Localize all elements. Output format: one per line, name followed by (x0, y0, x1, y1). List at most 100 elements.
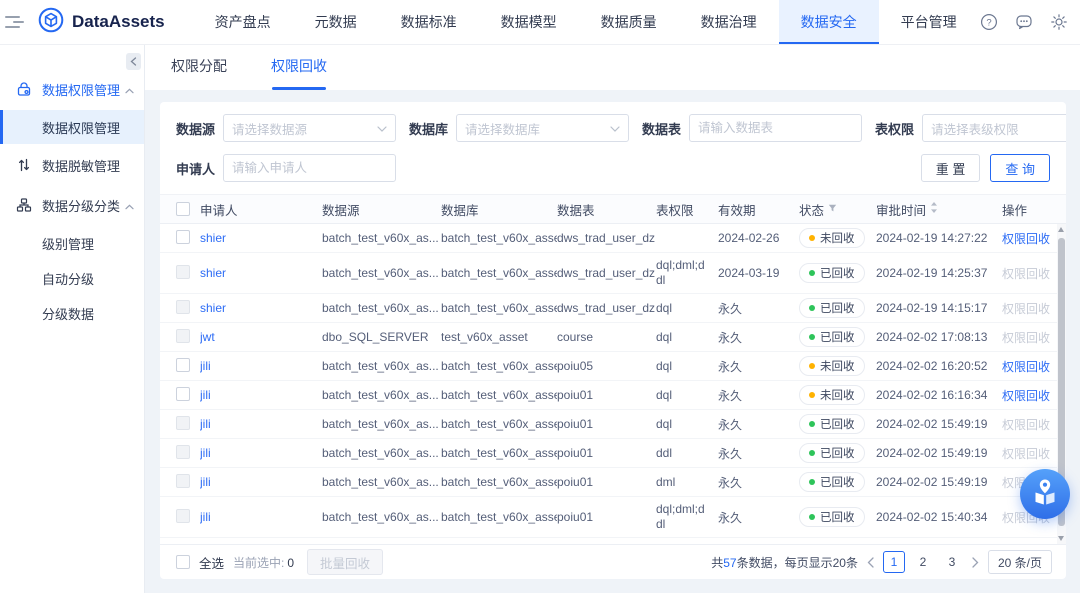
tableperm-label: 表权限 (875, 121, 915, 137)
applicant-link[interactable]: jili (200, 417, 322, 431)
tableperm-select[interactable]: 请选择表级权限 (922, 114, 1066, 142)
status-dot-icon (809, 363, 815, 369)
database-select[interactable]: 请选择数据库 (456, 114, 630, 142)
table-row: jili batch_test_v60x_as... batch_test_v6… (160, 381, 1066, 410)
datatable-input[interactable] (698, 121, 854, 135)
prev-page-icon[interactable] (865, 556, 876, 568)
sort-icon[interactable] (930, 202, 938, 216)
nav-platform-admin[interactable]: 平台管理 (879, 0, 979, 44)
nav-metadata[interactable]: 元数据 (293, 0, 379, 44)
row-checkbox[interactable] (176, 357, 190, 372)
database-label: 数据库 (409, 121, 449, 137)
applicant-link[interactable]: shier (200, 266, 322, 280)
page-2[interactable]: 2 (912, 551, 934, 573)
sidebar-item-data-permission[interactable]: 数据权限管理 (0, 110, 144, 144)
search-button[interactable]: 查 询 (990, 154, 1050, 182)
validity-cell: 永久 (718, 301, 743, 316)
sidebar-item-data-permission-group[interactable]: 数据权限管理 (0, 69, 144, 109)
next-page-icon[interactable] (970, 556, 981, 568)
approve-time-cell: 2024-02-19 14:15:17 (876, 301, 988, 315)
batch-recall-button: 批量回收 (307, 549, 384, 575)
table-row: shier batch_test_v60x_as... batch_test_v… (160, 253, 1066, 294)
status-badge: 已回收 (799, 327, 865, 347)
row-checkbox[interactable] (176, 229, 190, 244)
tab-permission-recall[interactable]: 权限回收 (271, 56, 327, 90)
total-count-text: 共57条数据，每页显示20条 (711, 555, 858, 570)
page-1[interactable]: 1 (882, 551, 905, 573)
settings-icon[interactable] (1049, 12, 1069, 32)
reset-button[interactable]: 重 置 (920, 154, 981, 182)
column-validity: 有效期 (718, 203, 756, 218)
applicant-link[interactable]: shier (200, 231, 322, 245)
database-cell: batch_test_v60x_asset (441, 510, 557, 524)
select-all-label[interactable]: 全选 (199, 553, 224, 572)
applicant-link[interactable]: jwt (200, 330, 322, 344)
datasource-cell: batch_test_v60x_as... (322, 446, 439, 460)
datasource-select[interactable]: 请选择数据源 (223, 114, 397, 142)
applicant-label: 申请人 (176, 161, 216, 177)
nav-asset-inventory[interactable]: 资产盘点 (193, 0, 293, 44)
help-icon[interactable]: ? (979, 12, 999, 32)
status-cell: 已回收 (799, 327, 876, 347)
column-approve-time[interactable]: 审批时间 (876, 200, 1002, 219)
nav-data-standard[interactable]: 数据标准 (379, 0, 479, 44)
sidebar-menu: 数据权限管理 数据权限管理 数据脱敏管理 数据分级分类 级别管理 自动分级 分级… (0, 45, 144, 330)
database-cell: batch_test_v60x_asset (441, 301, 557, 315)
menu-toggle-icon[interactable] (0, 0, 24, 44)
recall-action-link[interactable]: 权限回收 (1002, 389, 1050, 403)
sidebar-item-data-classification-group[interactable]: 数据分级分类 (0, 185, 144, 225)
tab-permission-assign[interactable]: 权限分配 (171, 56, 227, 90)
assistant-float-button[interactable] (1020, 469, 1070, 519)
nav-data-governance[interactable]: 数据治理 (679, 0, 779, 44)
select-all-header-checkbox[interactable] (176, 202, 190, 216)
datatable-cell: poiu01 (557, 446, 594, 460)
filter-datasource: 数据源 请选择数据源 (176, 114, 397, 142)
page-3[interactable]: 3 (941, 551, 963, 573)
status-dot-icon (809, 270, 815, 276)
applicant-link[interactable]: shier (200, 301, 322, 315)
page-size-select[interactable]: 20 条/页 (987, 550, 1052, 574)
logo-icon (38, 7, 64, 38)
applicant-input[interactable] (232, 161, 388, 175)
permission-cell: dql (656, 387, 673, 402)
datatable-cell: dws_trad_user_dz (557, 231, 656, 245)
datatable-cell: poiu01 (557, 388, 594, 402)
applicant-link[interactable]: jili (200, 510, 322, 524)
sidebar-item-label: 数据权限管理 (42, 120, 121, 136)
datasource-label: 数据源 (176, 121, 216, 137)
sidebar-item-auto-classify[interactable]: 自动分级 (0, 261, 144, 295)
database-cell: batch_test_v60x_asset (441, 388, 557, 402)
row-checkbox (176, 508, 190, 523)
filter-funnel-icon[interactable] (828, 202, 837, 216)
column-status[interactable]: 状态 (799, 200, 876, 219)
validity-cell: 永久 (718, 510, 743, 525)
row-checkbox (176, 264, 190, 279)
scroll-up-arrow-icon[interactable] (1058, 227, 1064, 232)
datatable-cell: course (557, 330, 594, 344)
nav-data-quality[interactable]: 数据质量 (579, 0, 679, 44)
scroll-down-arrow-icon[interactable] (1058, 536, 1064, 541)
applicant-link[interactable]: jili (200, 388, 322, 402)
nav-data-security[interactable]: 数据安全 (778, 0, 879, 44)
approve-time-cell: 2024-02-02 17:08:13 (876, 330, 988, 344)
sidebar-item-classified-data[interactable]: 分级数据 (0, 296, 144, 330)
row-checkbox[interactable] (176, 386, 190, 401)
sidebar-collapse-button[interactable] (126, 53, 141, 70)
status-badge: 未回收 (799, 385, 865, 405)
applicant-link[interactable]: jili (200, 475, 322, 489)
recall-action-link[interactable]: 权限回收 (1002, 232, 1050, 246)
row-checkbox (176, 328, 190, 343)
applicant-link[interactable]: jili (200, 446, 322, 460)
status-badge: 已回收 (799, 472, 865, 492)
status-cell: 已回收 (799, 507, 876, 527)
database-cell: batch_test_v60x_asset (441, 446, 557, 460)
nav-data-model[interactable]: 数据模型 (479, 0, 579, 44)
message-icon[interactable] (1014, 12, 1034, 32)
select-all-checkbox[interactable] (176, 555, 190, 569)
status-dot-icon (809, 334, 815, 340)
sidebar-item-data-masking[interactable]: 数据脱敏管理 (0, 145, 144, 185)
sidebar-item-level-management[interactable]: 级别管理 (0, 226, 144, 260)
applicant-link[interactable]: jili (200, 359, 322, 373)
sidebar-item-label: 数据权限管理 (42, 82, 121, 98)
recall-action-link[interactable]: 权限回收 (1002, 360, 1050, 374)
